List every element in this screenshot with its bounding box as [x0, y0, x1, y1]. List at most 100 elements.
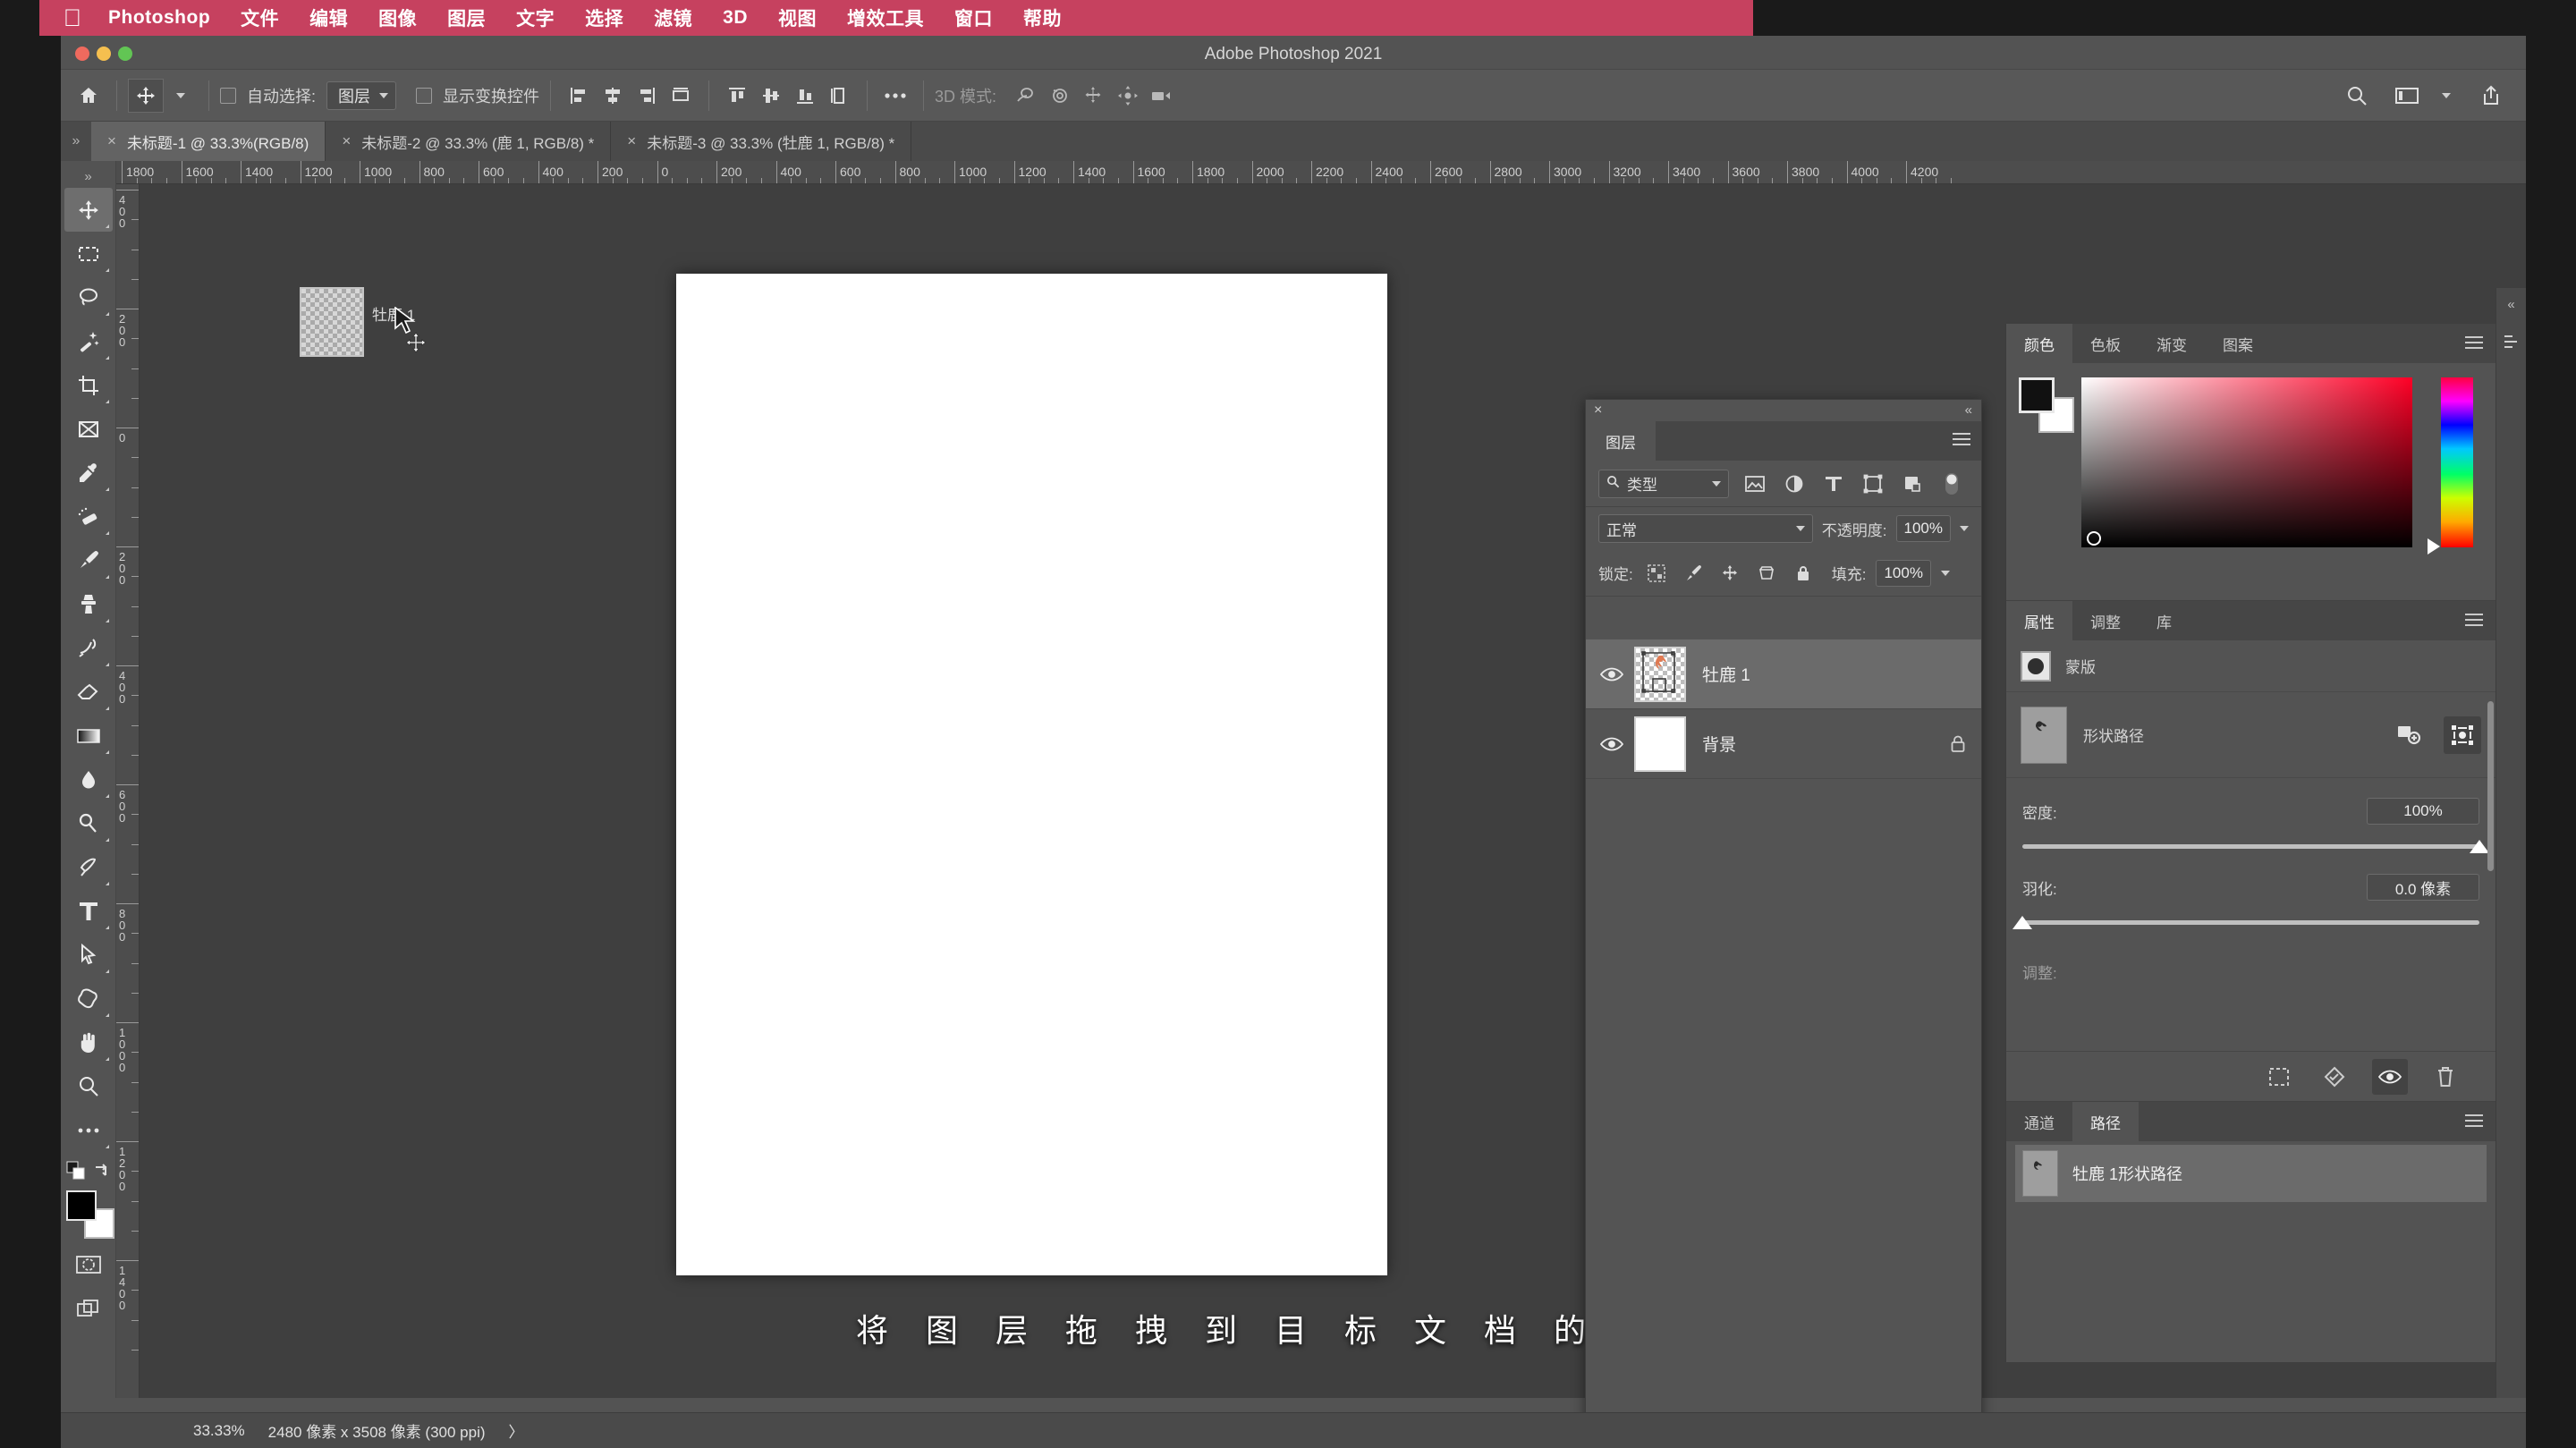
tab-adjustments[interactable]: 调整	[2072, 601, 2139, 640]
dodge-tool[interactable]	[64, 801, 113, 845]
tab-layers[interactable]: 图层	[1586, 421, 1656, 461]
rotate-3d-icon[interactable]	[1009, 79, 1043, 113]
path-name[interactable]: 牡鹿 1形状路径	[2072, 1162, 2182, 1185]
tab-paths[interactable]: 路径	[2072, 1102, 2139, 1141]
color-panel-swatches[interactable]	[2019, 377, 2074, 433]
lasso-tool[interactable]	[64, 275, 113, 319]
clone-stamp-tool[interactable]	[64, 582, 113, 626]
align-bottom-icon[interactable]	[788, 79, 822, 113]
menu-type[interactable]: 文字	[501, 4, 570, 31]
tab-properties[interactable]: 属性	[2006, 601, 2072, 640]
layer-row-background[interactable]: 背景	[1586, 709, 1981, 779]
feather-slider-knob[interactable]	[2012, 916, 2032, 929]
marquee-tool[interactable]	[64, 232, 113, 275]
menu-select[interactable]: 选择	[570, 4, 639, 31]
history-brush-tool[interactable]	[64, 626, 113, 670]
path-selection-tool[interactable]	[64, 933, 113, 977]
menu-edit[interactable]: 编辑	[294, 4, 363, 31]
align-middle-v-icon[interactable]	[754, 79, 788, 113]
tools-panel-expander[interactable]: »	[64, 165, 113, 188]
brush-tool[interactable]	[64, 538, 113, 582]
pan-3d-icon[interactable]	[1077, 79, 1111, 113]
layer-visibility-icon[interactable]	[1589, 736, 1634, 752]
active-tool-icon[interactable]	[128, 78, 164, 113]
menu-file[interactable]: 文件	[225, 4, 294, 31]
auto-select-checkbox[interactable]	[220, 87, 236, 104]
distribute-v-icon[interactable]	[822, 79, 856, 113]
swap-colors-icon[interactable]	[93, 1162, 111, 1184]
opacity-chevron-down-icon[interactable]	[1960, 526, 1969, 531]
path-row[interactable]: 牡鹿 1形状路径	[2015, 1145, 2487, 1202]
menu-view[interactable]: 视图	[763, 4, 832, 31]
align-top-icon[interactable]	[720, 79, 754, 113]
document-tab-1[interactable]: × 未标题-1 @ 33.3%(RGB/8)	[91, 122, 326, 161]
default-colors-icon[interactable]	[66, 1161, 86, 1185]
density-input[interactable]: 100%	[2367, 798, 2479, 825]
select-and-mask-icon[interactable]	[2390, 716, 2428, 754]
fill-input[interactable]: 100%	[1876, 559, 1931, 587]
tab-swatches[interactable]: 色板	[2072, 324, 2139, 363]
zoom-tool[interactable]	[64, 1064, 113, 1108]
gradient-tool[interactable]	[64, 714, 113, 758]
chevron-down-icon[interactable]	[2429, 79, 2463, 113]
tab-channels[interactable]: 通道	[2006, 1102, 2072, 1141]
roll-3d-icon[interactable]	[1043, 79, 1077, 113]
layer-row-deer[interactable]: 牡鹿 1	[1586, 639, 1981, 709]
collapsed-dock-strip[interactable]: «	[2496, 288, 2526, 1398]
document-canvas[interactable]	[676, 274, 1387, 1275]
shape-filter-icon[interactable]	[1860, 474, 1886, 494]
eyedropper-tool[interactable]	[64, 451, 113, 495]
more-options-ellipsis-icon[interactable]	[878, 79, 912, 113]
density-slider-knob[interactable]	[2470, 840, 2489, 853]
color-gradient-field[interactable]	[2081, 377, 2412, 547]
eraser-tool[interactable]	[64, 670, 113, 714]
shape-tool[interactable]	[64, 977, 113, 1020]
fill-chevron-down-icon[interactable]	[1940, 570, 1950, 576]
menu-image[interactable]: 图像	[363, 4, 432, 31]
magic-wand-tool[interactable]	[64, 319, 113, 363]
hue-strip[interactable]	[2428, 377, 2473, 555]
layer-name[interactable]: 牡鹿 1	[1702, 662, 1935, 686]
foreground-color-swatch[interactable]	[65, 1190, 97, 1221]
menu-3d[interactable]: 3D	[708, 7, 763, 29]
panel-menu-icon[interactable]	[2465, 336, 2483, 352]
lock-image-icon[interactable]	[1680, 564, 1707, 582]
crop-tool[interactable]	[64, 363, 113, 407]
lock-transparent-icon[interactable]	[1643, 563, 1670, 582]
healing-brush-tool[interactable]	[64, 495, 113, 538]
layer-visibility-icon[interactable]	[1589, 666, 1634, 682]
tab-color[interactable]: 颜色	[2006, 324, 2072, 363]
density-slider-track[interactable]	[2022, 840, 2489, 853]
opacity-input[interactable]: 100%	[1895, 515, 1951, 542]
menu-window[interactable]: 窗口	[939, 4, 1008, 31]
tab-patterns[interactable]: 图案	[2205, 324, 2271, 363]
pen-tool[interactable]	[64, 845, 113, 889]
slide-3d-icon[interactable]	[1111, 79, 1145, 113]
lock-artboard-icon[interactable]	[1753, 564, 1780, 582]
home-icon[interactable]	[72, 79, 106, 113]
feather-input[interactable]: 0.0 像素	[2367, 874, 2479, 901]
align-center-h-icon[interactable]	[596, 79, 630, 113]
quick-mask-icon[interactable]	[64, 1242, 113, 1286]
tab-gradients[interactable]: 渐变	[2139, 324, 2205, 363]
foreground-color-swatch[interactable]	[2019, 377, 2055, 413]
auto-select-scope-dropdown[interactable]: 图层	[326, 80, 397, 110]
show-transform-checkbox[interactable]	[416, 87, 433, 104]
layer-thumbnail[interactable]	[1634, 716, 1686, 772]
close-icon[interactable]: ×	[342, 132, 351, 150]
move-tool[interactable]	[64, 188, 113, 232]
panel-menu-icon[interactable]	[2465, 614, 2483, 630]
invert-mask-icon[interactable]	[2444, 716, 2481, 754]
layers-list[interactable]: 牡鹿 1 背景	[1586, 639, 1981, 1441]
close-icon[interactable]: ×	[107, 132, 116, 150]
menu-filter[interactable]: 滤镜	[639, 4, 708, 31]
color-marker[interactable]	[2087, 531, 2101, 546]
properties-scrollbar[interactable]	[2487, 701, 2494, 871]
history-dock-icon[interactable]	[2496, 332, 2526, 356]
vertical-ruler[interactable]: 400 200 0 200 400 600 800 1000 1200 1400	[116, 184, 140, 1398]
close-icon[interactable]: ×	[627, 132, 636, 150]
blur-tool[interactable]	[64, 758, 113, 801]
panel-menu-icon[interactable]	[1953, 433, 1970, 449]
feather-slider-track[interactable]	[2012, 916, 2479, 929]
lock-all-icon[interactable]	[1790, 564, 1817, 582]
